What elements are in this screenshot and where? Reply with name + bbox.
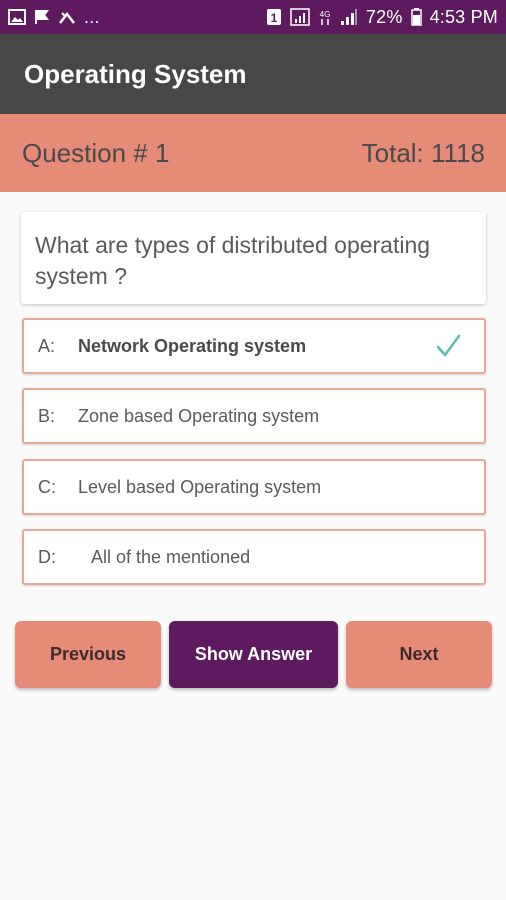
network-4g-icon: 4G <box>318 8 332 26</box>
notifications-more: ... <box>84 6 100 27</box>
clock: 4:53 PM <box>429 6 498 27</box>
option-letter: A: <box>38 335 56 356</box>
question-card: What are types of distributed operating … <box>21 212 486 304</box>
battery-percent: 72% <box>365 6 403 27</box>
option-b[interactable]: B: Zone based Operating system <box>22 388 486 444</box>
option-text: Network Operating system <box>78 335 307 356</box>
option-d[interactable]: D: All of the mentioned <box>22 529 486 585</box>
app-title: Operating System <box>24 58 247 89</box>
svg-text:1: 1 <box>271 11 278 25</box>
option-text: All of the mentioned <box>91 546 251 567</box>
option-c[interactable]: C: Level based Operating system <box>22 459 486 515</box>
status-bar-left: ... <box>8 7 100 28</box>
svg-text:4G: 4G <box>320 10 331 19</box>
option-letter: C: <box>38 476 56 497</box>
option-a[interactable]: A: Network Operating system <box>22 318 486 374</box>
missed-call-icon <box>58 9 76 25</box>
app-bar: Operating System <box>0 34 506 114</box>
option-letter: D: <box>38 546 56 567</box>
question-total: Total: 1118 <box>361 137 485 168</box>
gallery-icon <box>8 9 26 25</box>
option-text: Zone based Operating system <box>78 405 320 426</box>
option-letter: B: <box>38 405 56 426</box>
previous-button[interactable]: Previous <box>15 621 161 688</box>
sim-badge-icon: 1 <box>266 8 282 26</box>
battery-icon <box>410 8 422 26</box>
cell-signal-icon <box>340 8 358 26</box>
question-header: Question # 1 Total: 1118 <box>0 114 506 192</box>
status-bar: ... 1 4G 72% 4:53 PM <box>0 0 506 34</box>
check-icon <box>434 332 462 360</box>
show-answer-button[interactable]: Show Answer <box>169 621 338 688</box>
status-bar-right: 1 4G 72% 4:53 PM <box>266 7 498 28</box>
flag-icon <box>34 9 50 25</box>
next-button[interactable]: Next <box>346 621 492 688</box>
option-text: Level based Operating system <box>78 476 322 497</box>
question-text: What are types of distributed operating … <box>35 232 431 289</box>
signal-box-icon <box>290 8 310 26</box>
question-number: Question # 1 <box>22 137 170 168</box>
